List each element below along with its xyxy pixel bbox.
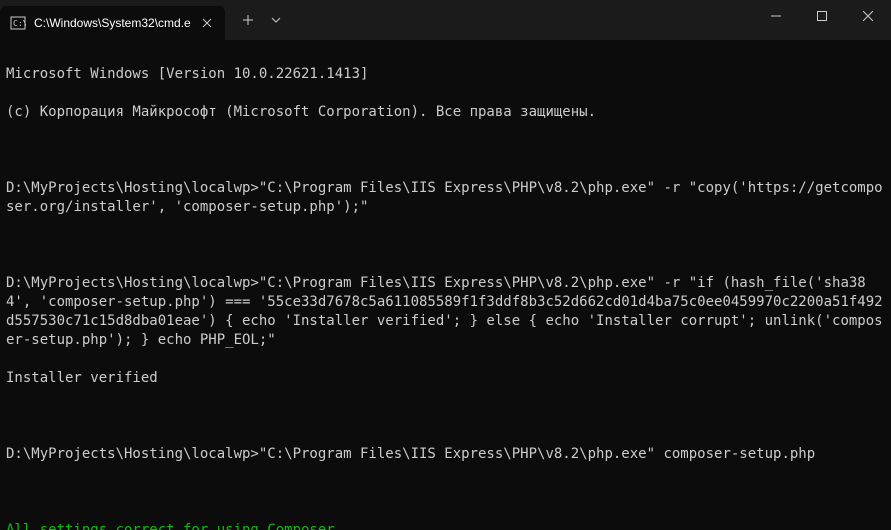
window-controls: [753, 0, 891, 40]
blank-line: [6, 141, 885, 160]
blank-line: [6, 407, 885, 426]
output-line: (c) Корпорация Майкрософт (Microsoft Cor…: [6, 103, 885, 122]
blank-line: [6, 236, 885, 255]
output-line: All settings correct for using Composer: [6, 521, 885, 530]
cmd-icon: C:\: [10, 15, 26, 31]
maximize-button[interactable]: [799, 0, 845, 32]
close-button[interactable]: [845, 0, 891, 32]
new-tab-button[interactable]: [231, 3, 265, 37]
blank-line: [6, 483, 885, 502]
minimize-button[interactable]: [753, 0, 799, 32]
svg-text:C:\: C:\: [13, 19, 26, 28]
output-line: D:\MyProjects\Hosting\localwp>"C:\Progra…: [6, 274, 885, 350]
terminal-output[interactable]: Microsoft Windows [Version 10.0.22621.14…: [0, 40, 891, 530]
output-line: D:\MyProjects\Hosting\localwp>"C:\Progra…: [6, 179, 885, 217]
tab-dropdown-button[interactable]: [265, 3, 287, 37]
tab-title: C:\Windows\System32\cmd.e: [34, 16, 191, 30]
output-line: D:\MyProjects\Hosting\localwp>"C:\Progra…: [6, 445, 885, 464]
tab-active[interactable]: C:\ C:\Windows\System32\cmd.e: [0, 6, 225, 40]
output-line: Installer verified: [6, 369, 885, 388]
tab-close-button[interactable]: [199, 15, 215, 31]
tab-actions: [231, 0, 287, 40]
output-line: Microsoft Windows [Version 10.0.22621.14…: [6, 65, 885, 84]
titlebar: C:\ C:\Windows\System32\cmd.e: [0, 0, 891, 40]
